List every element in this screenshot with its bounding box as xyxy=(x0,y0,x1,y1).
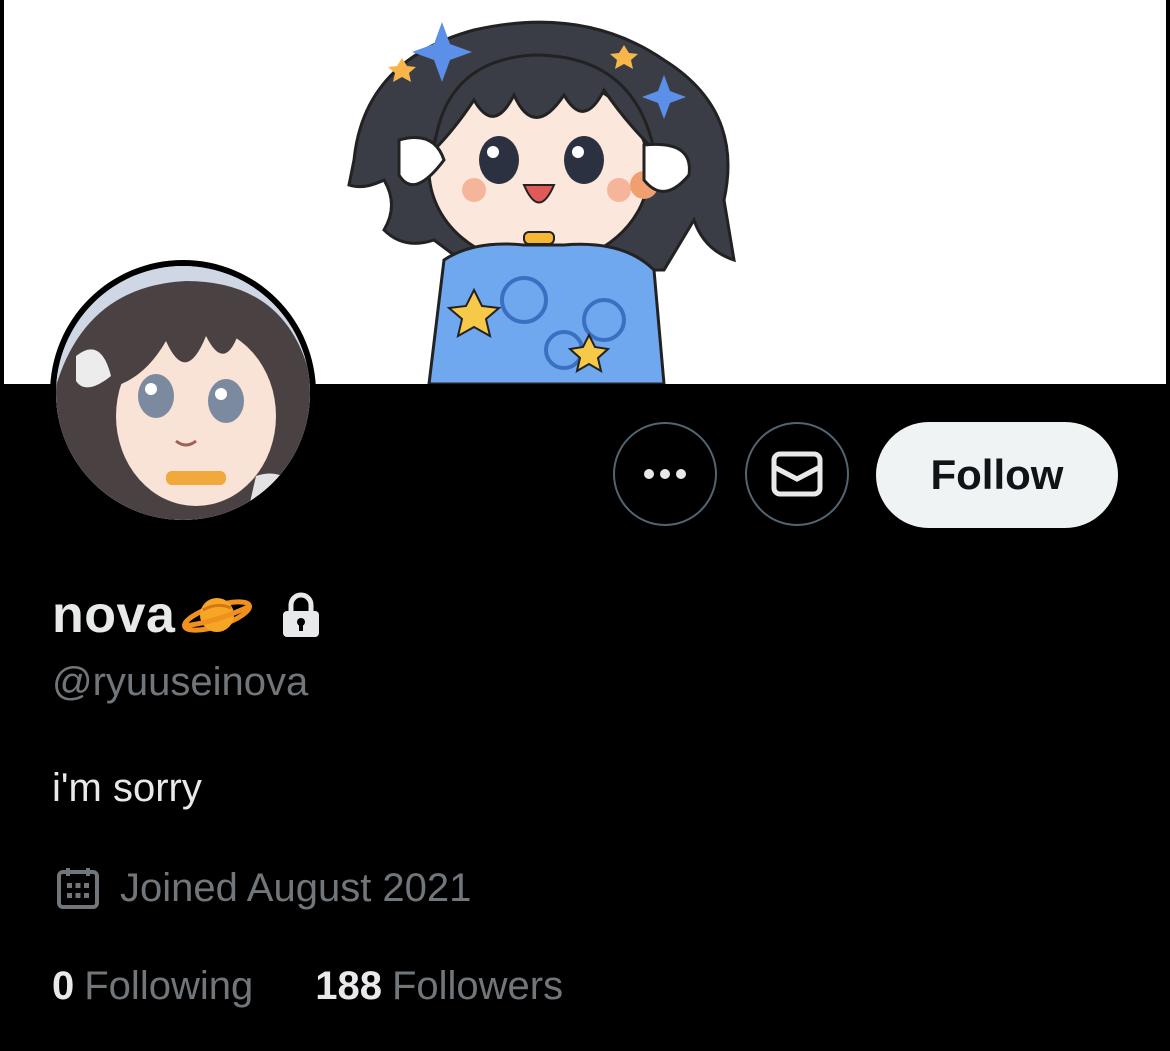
following-link[interactable]: 0 Following xyxy=(52,964,253,1009)
followers-count: 188 xyxy=(315,963,382,1008)
following-count: 0 xyxy=(52,963,75,1008)
ringed-planet-icon xyxy=(182,598,253,633)
display-name-row: nova xyxy=(52,584,321,646)
mail-icon xyxy=(771,451,823,497)
bio-text: i'm sorry xyxy=(52,766,202,810)
username-handle: @ryuuseinova xyxy=(52,660,309,704)
follow-button[interactable]: Follow xyxy=(876,422,1118,528)
join-date: Joined August 2021 xyxy=(120,865,472,910)
calendar-icon xyxy=(57,868,99,909)
more-icon xyxy=(644,469,686,479)
followers-label: Followers xyxy=(391,963,564,1008)
avatar-image xyxy=(56,266,310,520)
following-label: Following xyxy=(84,963,254,1008)
more-options-button[interactable] xyxy=(613,422,717,526)
follow-stats: 0 Following 188 Followers xyxy=(52,958,563,1014)
message-button[interactable] xyxy=(745,422,849,526)
join-date-row: Joined August 2021 xyxy=(56,862,471,914)
profile-avatar[interactable] xyxy=(50,260,316,526)
lock-icon xyxy=(283,592,320,637)
display-name: nova xyxy=(52,586,176,644)
followers-link[interactable]: 188 Followers xyxy=(315,964,563,1009)
